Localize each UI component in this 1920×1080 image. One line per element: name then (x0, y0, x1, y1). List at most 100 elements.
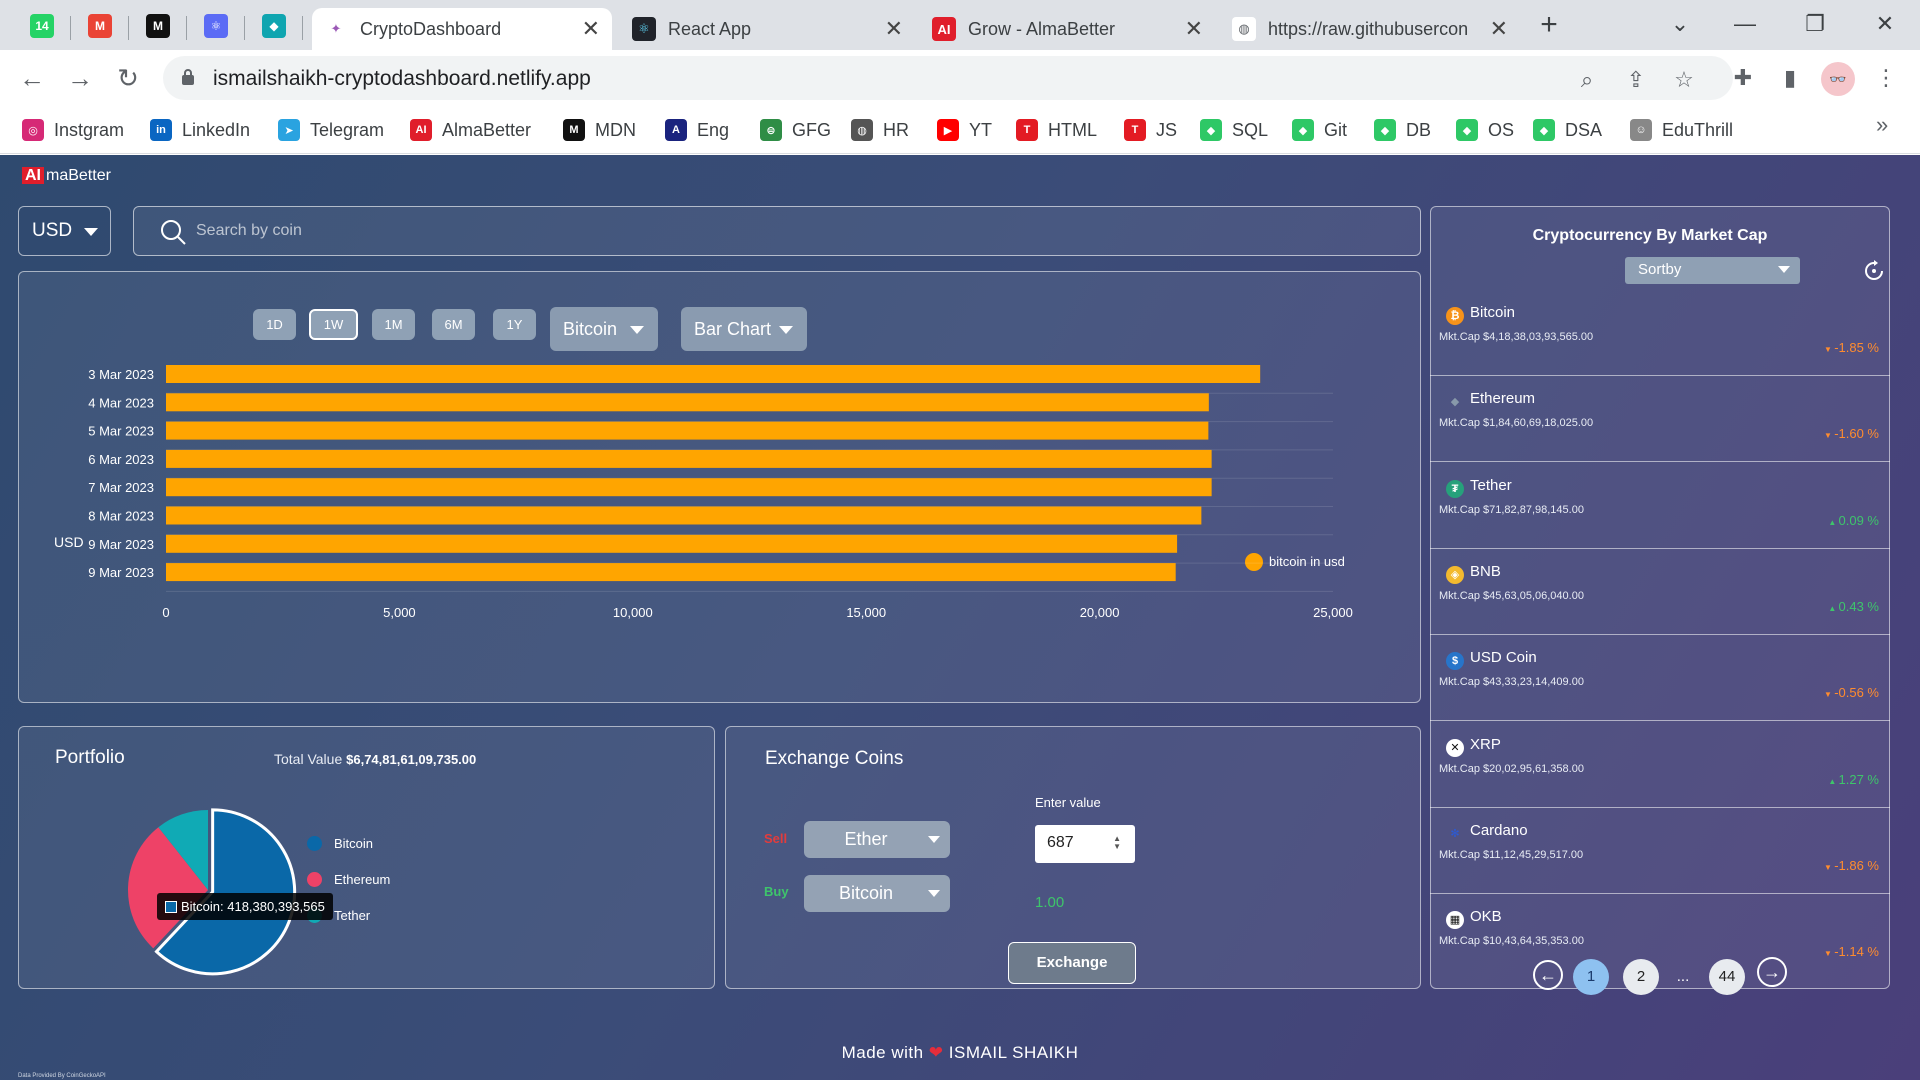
close-window-button[interactable]: ✕ (1860, 6, 1910, 42)
bookmark-yt[interactable]: ▶ YT (937, 116, 992, 144)
pinned-tab[interactable]: 14 (22, 10, 62, 42)
bookmark-html[interactable]: T HTML (1016, 116, 1097, 144)
close-tab-icon[interactable]: ✕ (1185, 16, 1203, 42)
bookmark-dsa[interactable]: ◆ DSA (1533, 116, 1602, 144)
bitcoin-icon: ₿ (1446, 307, 1464, 325)
sell-coin-select[interactable]: Ether (804, 821, 950, 858)
coin-select[interactable]: Bitcoin (550, 307, 658, 351)
pinned-tab[interactable]: ◆ (254, 10, 294, 42)
buy-coin-select[interactable]: Bitcoin (804, 875, 950, 912)
bookmark-linkedin[interactable]: in LinkedIn (150, 116, 250, 144)
currency-select[interactable]: USD (18, 206, 111, 256)
menu-icon[interactable]: ⋮ (1870, 62, 1902, 94)
coin-row[interactable]: ✕ XRP Mkt.Cap $20,02,95,61,358.00 ▲ 1.27 % (1430, 722, 1890, 808)
okb-icon: ▦ (1446, 911, 1464, 930)
number-spinner-icon[interactable]: ▲ ▼ (1113, 835, 1121, 851)
coin-change: ▲ 0.09 % (1828, 513, 1879, 528)
coin-change: ▼ -1.60 % (1824, 426, 1879, 441)
close-tab-icon[interactable]: ✕ (582, 16, 600, 42)
refresh-icon[interactable] (1862, 259, 1886, 283)
exchange-button[interactable]: Exchange (1008, 942, 1136, 984)
bookmark-almabetter[interactable]: AI AlmaBetter (410, 116, 531, 144)
bookmarks-overflow-icon[interactable]: » (1876, 112, 1888, 138)
bookmark-telegram[interactable]: ➤ Telegram (278, 116, 384, 144)
bookmark-label: Telegram (310, 119, 385, 140)
instagram-icon: ◎ (22, 119, 44, 141)
zoom-icon[interactable]: ⌕ (1573, 66, 1601, 94)
coin-row[interactable]: ◆ Ethereum Mkt.Cap $1,84,60,69,18,025.00 ▼ … (1430, 376, 1890, 463)
restore-button[interactable]: ❐ (1790, 6, 1840, 42)
coin-row[interactable]: ₮ Tether Mkt.Cap $71,82,87,98,145.00 ▲ 0.09… (1430, 463, 1890, 549)
extensions-icon[interactable]: ✚ (1727, 62, 1759, 94)
next-page-button[interactable]: → (1757, 957, 1787, 987)
range-button-1m[interactable]: 1M (372, 309, 415, 340)
minimize-button[interactable]: — (1720, 6, 1770, 42)
coin-row[interactable]: $ USD Coin Mkt.Cap $43,33,23,14,409.00 ▼ -0… (1430, 635, 1890, 722)
legend-item[interactable]: Ethereum (307, 872, 390, 887)
coin-row[interactable]: ◈ BNB Mkt.Cap $45,63,05,06,040.00 ▲ 0.43 % (1430, 549, 1890, 635)
browser-tab[interactable]: AI Grow - AlmaBetter ✕ (920, 8, 1215, 50)
pinned-tab[interactable]: ⚛ (196, 10, 236, 42)
coin-row[interactable]: ✻ Cardano Mkt.Cap $11,12,45,29,517.00 ▼ -1.… (1430, 808, 1890, 894)
coin-market-cap: Mkt.Cap $11,12,45,29,517.00 (1439, 848, 1584, 861)
caret-up-icon: ▲ (1828, 517, 1839, 527)
range-button-1y[interactable]: 1Y (493, 309, 536, 340)
amount-input[interactable]: 687 ▲ ▼ (1035, 825, 1135, 863)
range-button-6m[interactable]: 6M (432, 309, 475, 340)
coin-row[interactable]: ₿ Bitcoin Mkt.Cap $4,18,38,03,93,565.00 ▼ -… (1430, 290, 1890, 376)
page-button-44[interactable]: 44 (1709, 959, 1745, 995)
bookmark-sql[interactable]: ◆ SQL (1200, 116, 1268, 144)
browser-tab[interactable]: ◍ https://raw.githubusercon ✕ (1220, 8, 1520, 50)
almabetter-logo[interactable]: AI maBetter (22, 167, 111, 185)
bookmark-instgram[interactable]: ◎ Instgram (22, 116, 124, 144)
tab-search-icon[interactable]: ⌄ (1655, 6, 1705, 42)
close-tab-icon[interactable]: ✕ (1490, 16, 1508, 42)
address-bar[interactable]: ismailshaikh-cryptodashboard.netlify.app… (163, 56, 1733, 100)
page-button-1[interactable]: 1 (1573, 959, 1609, 995)
bookmark-gfg[interactable]: ⊜ GFG (760, 116, 831, 144)
prev-page-button[interactable]: ← (1533, 960, 1563, 990)
sortby-select[interactable]: Sortby (1625, 257, 1800, 284)
pinned-tab[interactable]: M (80, 10, 120, 42)
coin-row[interactable]: ▦ OKB Mkt.Cap $10,43,64,35,353.00 ▼ -1.14 % (1430, 894, 1890, 980)
pinned-tab[interactable]: M (138, 10, 178, 42)
category-label: 9 Mar 2023 (88, 565, 154, 580)
side-panel-icon[interactable]: ▮ (1774, 62, 1806, 94)
bookmark-eduthrill[interactable]: ☺ EduThrill (1630, 116, 1733, 144)
profile-avatar[interactable]: 👓 (1821, 62, 1855, 96)
bookmark-os[interactable]: ◆ OS (1456, 116, 1514, 144)
legend-item[interactable]: Bitcoin (307, 836, 373, 851)
exchange-title: Exchange Coins (765, 748, 904, 769)
category-label: 6 Mar 2023 (88, 452, 154, 467)
bookmark-db[interactable]: ◆ DB (1374, 116, 1431, 144)
mdn-icon: M (146, 14, 170, 38)
bookmark-eng[interactable]: A Eng (665, 116, 729, 144)
bookmark-hr[interactable]: ◍ HR (851, 116, 909, 144)
coin-change-value: -1.86 % (1834, 857, 1879, 873)
forward-button[interactable]: → (62, 60, 98, 96)
range-button-1w[interactable]: 1W (309, 309, 358, 340)
coin-market-cap: Mkt.Cap $4,18,38,03,93,565.00 (1439, 331, 1594, 343)
crypto-dashboard: AImaBetter USD 1D 1W 1M 6M 1Y Bitcoin Bar Ch… (0, 155, 1920, 1080)
coin-name: OKB (1470, 908, 1502, 926)
tab-separator (70, 16, 71, 40)
portfolio-pie-chart[interactable] (120, 802, 300, 982)
browser-tab[interactable]: ✦ CryptoDashboard ✕ (312, 8, 612, 50)
back-button[interactable]: ← (14, 60, 50, 96)
bookmark-mdn[interactable]: M MDN (563, 116, 636, 144)
range-button-1d[interactable]: 1D (253, 309, 296, 340)
bookmark-js[interactable]: T JS (1124, 116, 1177, 144)
bookmark-label: OS (1488, 119, 1515, 140)
reload-button[interactable]: ↻ (110, 60, 146, 96)
new-tab-button[interactable]: + (1532, 10, 1566, 44)
page-button-2[interactable]: 2 (1623, 959, 1659, 995)
bookmark-git[interactable]: ◆ Git (1292, 116, 1347, 144)
close-tab-icon[interactable]: ✕ (885, 16, 903, 42)
share-icon[interactable]: ⇪ (1622, 66, 1650, 94)
browser-tab[interactable]: ⚛ React App ✕ (620, 8, 915, 50)
legend-swatch (1245, 553, 1263, 571)
x-tick-label: 15,000 (846, 605, 886, 620)
bookmark-star-icon[interactable]: ☆ (1670, 66, 1698, 94)
chart-type-select[interactable]: Bar Chart (681, 307, 807, 351)
search-input[interactable] (196, 215, 1396, 247)
